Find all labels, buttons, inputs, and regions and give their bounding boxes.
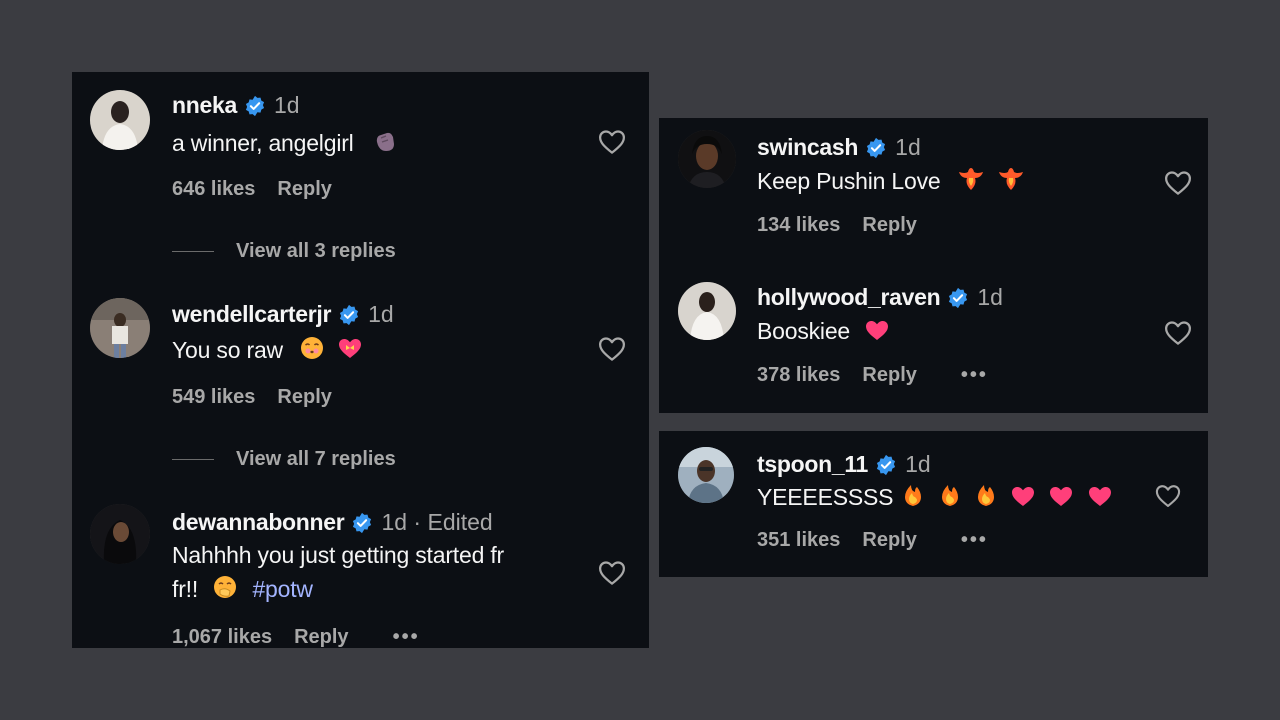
username[interactable]: dewannabonner	[172, 509, 345, 536]
pink-heart-icon	[1048, 484, 1074, 508]
comment-text-line1: Nahhhh you just getting started fr	[172, 542, 505, 568]
fire-icon	[901, 482, 925, 508]
avatar[interactable]	[90, 90, 150, 150]
like-heart-icon[interactable]	[1154, 482, 1182, 510]
likes-count[interactable]: 549 likes	[172, 386, 255, 409]
hashtag-link[interactable]: #potw	[252, 576, 313, 602]
view-replies-label: View all 3 replies	[236, 240, 396, 262]
more-options-button[interactable]: •••	[393, 626, 420, 648]
verified-badge-icon	[947, 287, 969, 309]
kissing-face-icon	[299, 335, 325, 361]
more-options-button[interactable]: •••	[961, 529, 988, 552]
likes-count[interactable]: 351 likes	[757, 529, 840, 552]
like-heart-icon[interactable]	[597, 127, 627, 157]
verified-badge-icon	[244, 95, 266, 117]
comment-text-content: YEEEESSSS	[757, 484, 894, 510]
fire-icon	[938, 482, 962, 508]
likes-count[interactable]: 378 likes	[757, 364, 840, 387]
divider-line	[172, 251, 214, 252]
clapping-hands-icon	[372, 128, 398, 154]
like-heart-icon[interactable]	[597, 334, 627, 364]
view-replies-label: View all 7 replies	[236, 448, 396, 470]
username[interactable]: nneka	[172, 92, 237, 119]
username[interactable]: wendellcarterjr	[172, 301, 331, 328]
avatar[interactable]	[678, 130, 736, 188]
comments-panel-left: nneka 1d a winner, angelgirl 646 likes R…	[72, 72, 649, 648]
fire-icon	[974, 482, 998, 508]
more-options-button[interactable]: •••	[961, 364, 988, 387]
verified-badge-icon	[338, 304, 360, 326]
comment-text: a winner, angelgirl	[172, 126, 398, 160]
verified-badge-icon	[875, 454, 897, 476]
timestamp: 1d	[905, 451, 931, 477]
avatar[interactable]	[90, 504, 150, 564]
timestamp: 1d · Edited	[381, 509, 493, 535]
comments-panel-right-top: swincash 1d Keep Pushin Love 134 likes R…	[659, 118, 1208, 413]
timestamp: 1d	[895, 134, 921, 160]
like-heart-icon[interactable]	[1163, 318, 1193, 348]
comment-text: You so raw	[172, 333, 363, 367]
comment-text-line2: fr!!	[172, 576, 199, 602]
timestamp: 1d	[273, 92, 300, 118]
comment-text: Keep Pushin Love	[757, 164, 1025, 198]
username[interactable]: tspoon_11	[757, 451, 868, 478]
reply-button[interactable]: Reply	[862, 214, 916, 237]
comment-text: Booskiee	[757, 314, 890, 348]
divider-line	[172, 459, 214, 460]
comment-text: YEEEESSSS	[757, 480, 1113, 514]
comment-text: Nahhhh you just getting started fr fr!! …	[172, 538, 504, 606]
username[interactable]: swincash	[757, 134, 858, 161]
timestamp: 1d	[977, 284, 1003, 310]
verified-badge-icon	[351, 512, 373, 534]
view-replies-button[interactable]: View all 3 replies	[172, 240, 396, 263]
reply-button[interactable]: Reply	[862, 364, 916, 387]
pink-heart-icon	[1010, 484, 1036, 508]
heart-with-ribbon-icon	[337, 335, 363, 361]
avatar[interactable]	[678, 282, 736, 340]
username[interactable]: hollywood_raven	[757, 284, 941, 311]
like-heart-icon[interactable]	[1163, 168, 1193, 198]
phoenix-icon	[997, 166, 1025, 192]
comment-text-content: Booskiee	[757, 318, 851, 344]
view-replies-button[interactable]: View all 7 replies	[172, 448, 396, 471]
timestamp: 1d	[368, 301, 394, 327]
verified-badge-icon	[865, 137, 887, 159]
avatar[interactable]	[90, 298, 150, 358]
avatar[interactable]	[678, 447, 734, 503]
reply-button[interactable]: Reply	[294, 626, 348, 648]
likes-count[interactable]: 646 likes	[172, 178, 255, 201]
likes-count[interactable]: 1,067 likes	[172, 626, 272, 648]
pink-heart-icon	[1087, 484, 1113, 508]
like-heart-icon[interactable]	[597, 558, 627, 588]
likes-count[interactable]: 134 likes	[757, 214, 840, 237]
comments-panel-right-bottom: tspoon_11 1d YEEEESSSS 351 likes Reply •…	[659, 431, 1208, 577]
phoenix-icon	[957, 166, 985, 192]
comment-text-content: You so raw	[172, 337, 283, 363]
reply-button[interactable]: Reply	[862, 529, 916, 552]
hand-over-mouth-face-icon	[212, 574, 238, 600]
pink-heart-icon	[864, 318, 890, 342]
reply-button[interactable]: Reply	[277, 178, 331, 201]
comment-text-content: Keep Pushin Love	[757, 168, 941, 194]
comment-text-content: a winner, angelgirl	[172, 130, 354, 156]
reply-button[interactable]: Reply	[277, 386, 331, 409]
